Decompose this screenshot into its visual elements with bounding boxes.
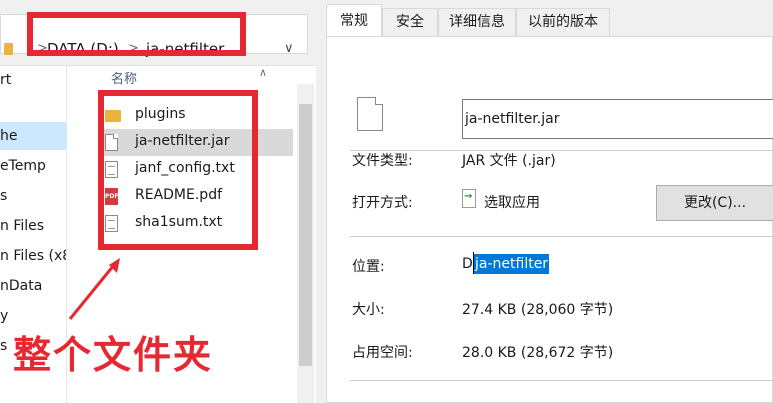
- file-type-label: 文件类型:: [352, 153, 413, 169]
- tab-general[interactable]: 常规: [326, 4, 382, 37]
- properties-dialog: 常规 安全 详细信息 以前的版本 ja-netfilter.jar 文件类型: …: [316, 0, 773, 403]
- location-selected-text[interactable]: ja-netfilter: [474, 254, 550, 274]
- nav-item[interactable]: he: [0, 122, 66, 150]
- file-icon: [357, 97, 383, 131]
- annotation-box-files: [98, 90, 258, 250]
- general-tab-panel: ja-netfilter.jar 文件类型: JAR 文件 (.jar) 打开方…: [326, 36, 773, 403]
- file-name-field[interactable]: ja-netfilter.jar: [462, 99, 773, 139]
- size-label: 大小:: [352, 302, 385, 318]
- app-icon: [462, 189, 476, 208]
- sort-arrow-icon: ∧: [259, 66, 268, 79]
- tab-details[interactable]: 详细信息: [438, 8, 516, 37]
- annotation-label: 整个文件夹: [13, 333, 214, 377]
- folder-icon: [4, 43, 13, 55]
- annotation-box-breadcrumb: [27, 12, 246, 56]
- nav-item[interactable]: nData: [0, 272, 66, 300]
- divider: [350, 380, 773, 381]
- nav-item[interactable]: eTemp: [0, 152, 66, 180]
- change-button[interactable]: 更改(C)...: [656, 185, 773, 221]
- tab-previous-versions[interactable]: 以前的版本: [516, 8, 610, 37]
- scrollbar-thumb[interactable]: [299, 104, 312, 366]
- nav-item[interactable]: n Files: [0, 212, 66, 240]
- open-with-label: 打开方式:: [352, 195, 413, 211]
- tab-security[interactable]: 安全: [382, 8, 438, 37]
- size-value: 27.4 KB (28,060 字节): [462, 302, 614, 318]
- disk-size-label: 占用空间:: [352, 345, 413, 361]
- nav-item[interactable]: n Files (x86: [0, 242, 66, 270]
- open-with-value: 选取应用: [484, 195, 540, 211]
- chevron-down-icon[interactable]: ∨: [284, 41, 294, 56]
- nav-item[interactable]: rt: [0, 66, 66, 94]
- divider: [350, 236, 773, 237]
- column-header-name[interactable]: 名称: [111, 68, 137, 87]
- nav-item[interactable]: s: [0, 182, 66, 210]
- file-type-value: JAR 文件 (.jar): [462, 153, 556, 169]
- location-label: 位置:: [352, 259, 385, 275]
- disk-size-value: 28.0 KB (28,672 字节): [462, 345, 614, 361]
- annotation-arrow-icon: [68, 258, 120, 320]
- divider: [350, 150, 773, 151]
